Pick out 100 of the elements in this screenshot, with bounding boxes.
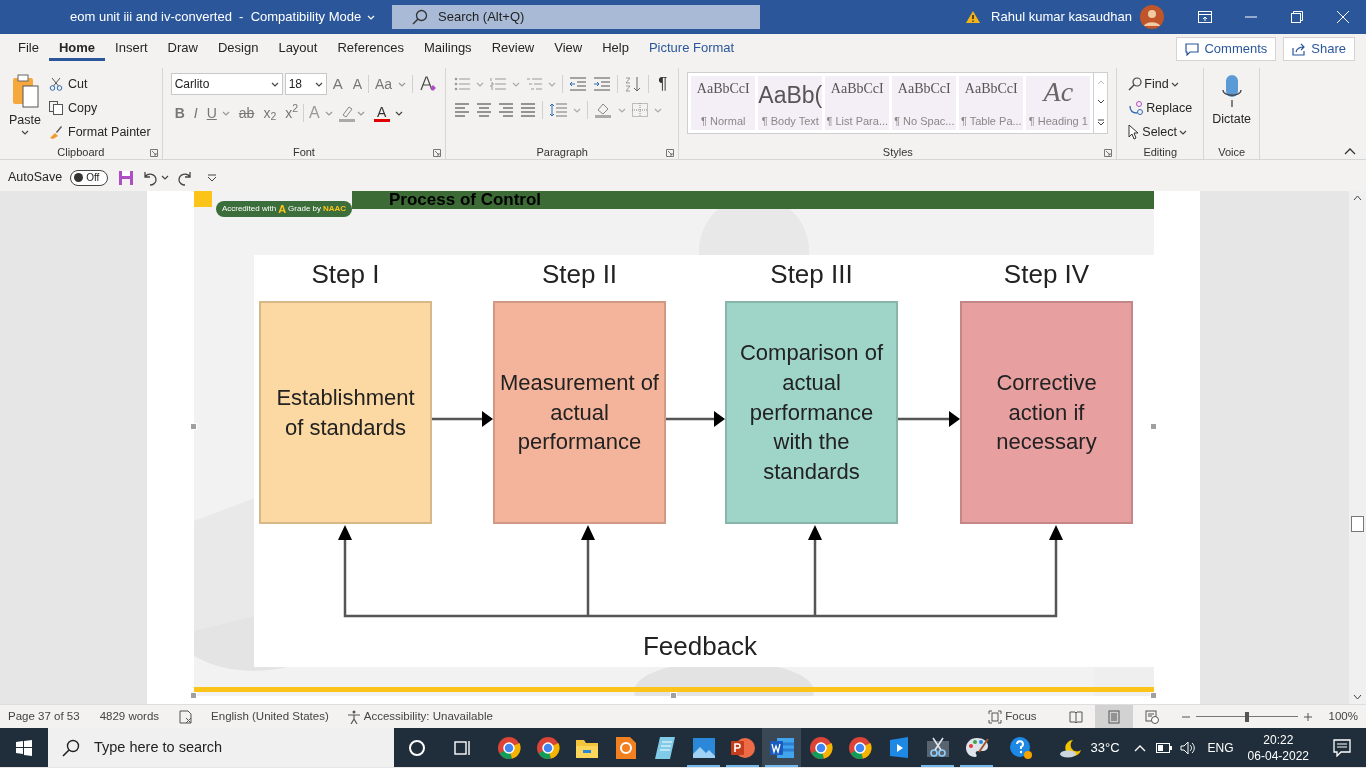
style-item[interactable]: AaBb( ¶ Body Text	[758, 76, 823, 130]
find-button[interactable]: Find	[1125, 72, 1196, 96]
caret-icon	[270, 81, 279, 87]
ribbon-tab[interactable]: Insert	[105, 37, 158, 61]
autosave-toggle[interactable]: Off	[70, 169, 109, 186]
caret-icon	[548, 81, 557, 87]
style-item[interactable]: AaBbCcI ¶ Table Pa...	[959, 76, 1024, 130]
bullets-icon[interactable]	[454, 77, 471, 91]
ribbon-tab[interactable]: Layout	[268, 37, 328, 61]
temperature[interactable]: 33°C	[1090, 737, 1120, 758]
shading-icon[interactable]	[594, 102, 613, 118]
replace-button[interactable]: Replace	[1125, 96, 1196, 120]
ribbon-tab[interactable]: Draw	[157, 37, 208, 61]
group-label: Voice	[1218, 144, 1246, 160]
show-formatting-marks-button[interactable]: ¶	[655, 72, 671, 96]
resize-handle[interactable]	[190, 692, 197, 699]
dialog-launcher-icon[interactable]	[1104, 149, 1113, 157]
dialog-launcher-icon[interactable]	[666, 149, 675, 157]
help-icon	[1008, 735, 1033, 760]
grow-font-button[interactable]: A	[328, 72, 347, 96]
style-item[interactable]: AaBbCcI ¶ List Para...	[825, 76, 890, 130]
zoom-in-icon[interactable]	[1302, 711, 1313, 722]
ribbon-tab[interactable]: Help	[592, 37, 639, 61]
resize-handle[interactable]	[1150, 423, 1157, 430]
format-painter-button[interactable]: Format Painter	[46, 120, 154, 144]
volume-icon[interactable]	[1179, 740, 1196, 755]
ribbon-tab[interactable]: Design	[207, 37, 269, 61]
weather-icon[interactable]	[1058, 737, 1083, 758]
style-item[interactable]: AaBbCcI ¶ No Spac...	[892, 76, 957, 130]
page-count[interactable]: Page 37 of 53	[8, 707, 80, 726]
highlighter-icon[interactable]	[337, 104, 356, 122]
input-language[interactable]: ENG	[1207, 738, 1234, 757]
line-spacing-icon[interactable]	[549, 103, 568, 117]
caret-icon	[476, 81, 485, 87]
paste-button[interactable]: Paste	[8, 72, 42, 144]
view-button[interactable]	[1094, 704, 1133, 729]
show-hidden-icons-icon[interactable]	[1133, 743, 1146, 752]
subscript-button[interactable]: x$_{2}$	[259, 101, 281, 125]
font-color-button[interactable]: A	[369, 101, 394, 125]
clear-formatting-icon[interactable]	[419, 75, 438, 93]
notifications-icon[interactable]	[1333, 738, 1351, 757]
battery-icon[interactable]	[1155, 742, 1172, 753]
ribbon-tab[interactable]: Mailings	[413, 37, 482, 61]
undo-button[interactable]	[142, 169, 170, 186]
resize-handle[interactable]	[1150, 692, 1157, 699]
copy-button[interactable]: Copy	[46, 96, 154, 120]
ribbon-tab[interactable]: References	[327, 37, 414, 61]
redo-icon[interactable]	[177, 169, 194, 186]
style-item[interactable]: Ac ¶ Heading 1	[1026, 76, 1091, 130]
search-field[interactable]: Search (Alt+Q)	[392, 5, 760, 29]
accessibility-status[interactable]: Accessibility: Unavailable	[346, 707, 493, 726]
focus-button[interactable]: Focus	[988, 707, 1037, 726]
zoom-slider-thumb[interactable]	[1244, 711, 1249, 722]
scrollbar-thumb[interactable]	[1351, 516, 1364, 532]
save-icon[interactable]	[118, 169, 135, 186]
document-title: eom unit iii and iv-converted - Compatibility Mode	[70, 8, 362, 27]
avatar-icon[interactable]	[1140, 5, 1164, 29]
step-heading: Step III	[769, 258, 854, 291]
zoom-slider[interactable]	[1195, 710, 1298, 723]
change-case-button[interactable]: Aa	[371, 72, 397, 96]
gallery-scroll-control[interactable]	[1094, 72, 1109, 134]
collapse-ribbon-icon[interactable]	[1344, 148, 1356, 155]
strikethrough-button[interactable]: ab	[234, 101, 259, 125]
scroll-down-icon	[1353, 694, 1362, 700]
italic-button[interactable]: I	[189, 101, 202, 125]
comment-icon	[1185, 42, 1200, 56]
shrink-font-button[interactable]: A	[348, 72, 367, 96]
ribbon-tab[interactable]: View	[544, 37, 593, 61]
bold-button[interactable]: B	[170, 101, 189, 125]
user-name[interactable]: Rahul kumar kasaudhan	[991, 7, 1132, 27]
proofing-icon[interactable]	[179, 709, 194, 724]
paintbrush-icon	[49, 125, 63, 139]
ribbon-tab[interactable]: Review	[481, 37, 545, 61]
multilevel-list-icon[interactable]	[526, 77, 543, 91]
style-item[interactable]: AaBbCcI ¶ Normal	[691, 76, 756, 130]
dialog-launcher-icon[interactable]	[149, 149, 158, 157]
ribbon-tab[interactable]: Picture Format	[638, 37, 745, 61]
select-button[interactable]: Select	[1125, 120, 1196, 144]
resize-handle[interactable]	[670, 692, 677, 699]
word-count[interactable]: 4829 words	[99, 707, 160, 726]
dialog-launcher-icon[interactable]	[433, 149, 442, 157]
language-indicator[interactable]: English (United States)	[211, 707, 329, 726]
customize-toolbar-icon[interactable]	[207, 173, 218, 182]
ribbon-tab[interactable]: File	[8, 37, 49, 61]
align-center-icon	[476, 103, 493, 117]
ribbon-tab[interactable]: Home	[48, 37, 106, 61]
cut-button[interactable]: Cut	[46, 72, 154, 96]
comments-button[interactable]: Comments	[1176, 37, 1277, 61]
superscript-button[interactable]: x$^{2}$	[281, 101, 303, 125]
font-size-field[interactable]: 18	[284, 73, 327, 95]
share-button[interactable]: Share	[1283, 37, 1355, 61]
taskbar-search-field[interactable]: Type here to search	[48, 728, 394, 767]
underline-button[interactable]: U	[202, 101, 221, 125]
font-name-field[interactable]: Carlito	[170, 73, 283, 95]
vertical-scrollbar[interactable]	[1349, 191, 1366, 704]
arrow	[898, 411, 960, 427]
clock[interactable]: 20:22 06-04-2022	[1247, 731, 1309, 764]
dictate-button[interactable]: Dictate	[1212, 72, 1252, 144]
resize-handle[interactable]	[190, 423, 197, 430]
zoom-level[interactable]: 100%	[1328, 707, 1358, 726]
